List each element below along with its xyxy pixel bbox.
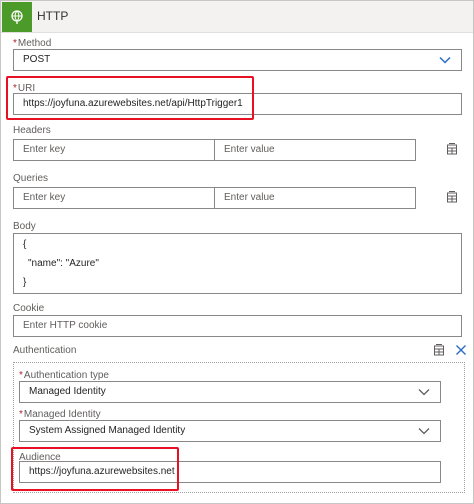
cookie-input[interactable]: Enter HTTP cookie: [13, 315, 462, 337]
method-value: POST: [23, 54, 51, 65]
headers-value-input[interactable]: Enter value: [214, 139, 416, 161]
card-title: HTTP: [37, 9, 69, 23]
uri-highlight: [6, 76, 254, 120]
queries-key-input[interactable]: Enter key: [13, 187, 215, 209]
managed-identity-label: *Managed Identity: [19, 409, 101, 420]
switch-to-text-mode-icon[interactable]: [431, 342, 447, 358]
queries-value-input[interactable]: Enter value: [214, 187, 416, 209]
audience-highlight: [11, 447, 179, 491]
http-action-card: HTTP *Method POST *URI https://joyfuna.a…: [0, 0, 474, 504]
switch-to-text-mode-icon[interactable]: [444, 189, 460, 205]
chevron-down-icon: [418, 389, 430, 396]
queries-label: Queries: [13, 173, 49, 184]
authentication-label: Authentication: [13, 345, 77, 356]
chevron-down-icon: [439, 56, 451, 64]
method-dropdown[interactable]: POST: [13, 49, 462, 71]
body-label: Body: [13, 221, 36, 232]
card-header[interactable]: HTTP: [1, 1, 473, 33]
switch-to-text-mode-icon[interactable]: [444, 141, 460, 157]
globe-icon: [2, 2, 32, 32]
auth-type-label: *Authentication type: [19, 370, 109, 381]
body-textarea[interactable]: { "name": "Azure" }: [13, 233, 462, 294]
chevron-down-icon: [418, 428, 430, 435]
cookie-label: Cookie: [13, 303, 45, 314]
close-icon[interactable]: [453, 342, 469, 358]
auth-type-value: Managed Identity: [29, 386, 106, 397]
managed-identity-value: System Assigned Managed Identity: [29, 425, 186, 436]
method-label: *Method: [13, 38, 52, 49]
body-line: "name": "Azure": [28, 258, 99, 269]
body-line: }: [23, 277, 27, 288]
headers-key-input[interactable]: Enter key: [13, 139, 215, 161]
body-line: {: [23, 239, 27, 250]
auth-type-dropdown[interactable]: Managed Identity: [19, 381, 441, 403]
managed-identity-dropdown[interactable]: System Assigned Managed Identity: [19, 420, 441, 442]
headers-label: Headers: [13, 125, 51, 136]
